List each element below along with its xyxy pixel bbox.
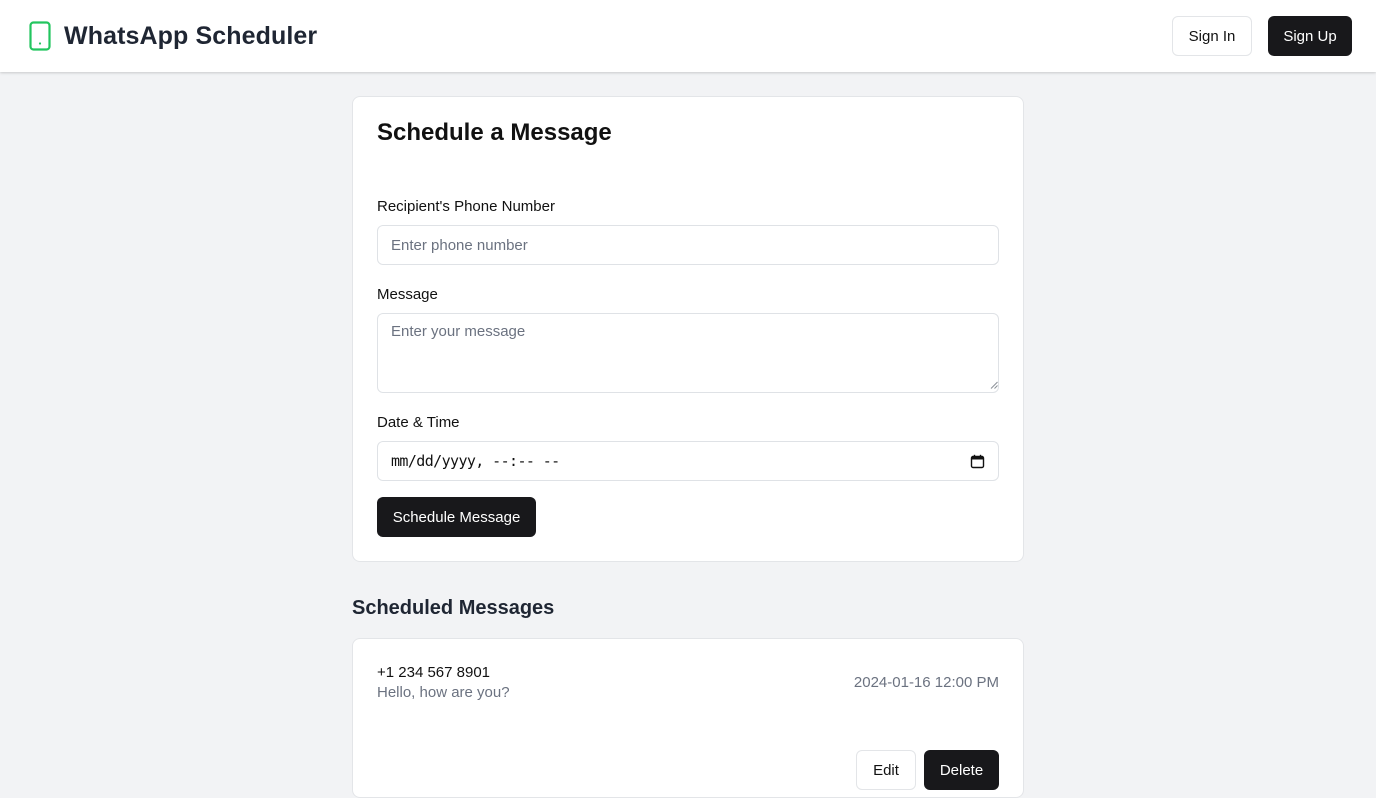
message-text: Hello, how are you?	[377, 684, 510, 701]
sign-up-button[interactable]: Sign Up	[1268, 16, 1352, 56]
message-textarea[interactable]	[377, 313, 999, 393]
message-label: Message	[377, 286, 438, 303]
delete-button[interactable]: Delete	[924, 750, 999, 790]
smartphone-icon	[29, 21, 51, 51]
brand[interactable]: WhatsApp Scheduler	[29, 21, 317, 51]
sign-in-button[interactable]: Sign In	[1172, 16, 1252, 56]
phone-input[interactable]	[377, 225, 999, 265]
form-title: Schedule a Message	[377, 119, 612, 146]
app-header: WhatsApp Scheduler Sign In Sign Up	[0, 0, 1376, 72]
datetime-input[interactable]: mm/dd/yyyy, --:-- --	[377, 441, 999, 481]
app-title: WhatsApp Scheduler	[64, 22, 318, 50]
message-datetime: 2024-01-16 12:00 PM	[853, 674, 999, 691]
datetime-label: Date & Time	[377, 414, 460, 431]
scheduled-message-item: +1 234 567 8901 Hello, how are you? 2024…	[352, 638, 1024, 798]
calendar-icon[interactable]	[970, 454, 985, 469]
phone-label: Recipient's Phone Number	[377, 198, 555, 215]
schedule-message-button[interactable]: Schedule Message	[377, 497, 536, 537]
edit-button[interactable]: Edit	[856, 750, 916, 790]
resize-grip-icon[interactable]	[990, 381, 998, 389]
message-phone: +1 234 567 8901	[377, 664, 491, 681]
scheduled-messages-title: Scheduled Messages	[352, 597, 555, 619]
schedule-form-card: Schedule a Message Recipient's Phone Num…	[352, 96, 1024, 562]
datetime-placeholder: mm/dd/yyyy, --:-- --	[391, 452, 560, 470]
